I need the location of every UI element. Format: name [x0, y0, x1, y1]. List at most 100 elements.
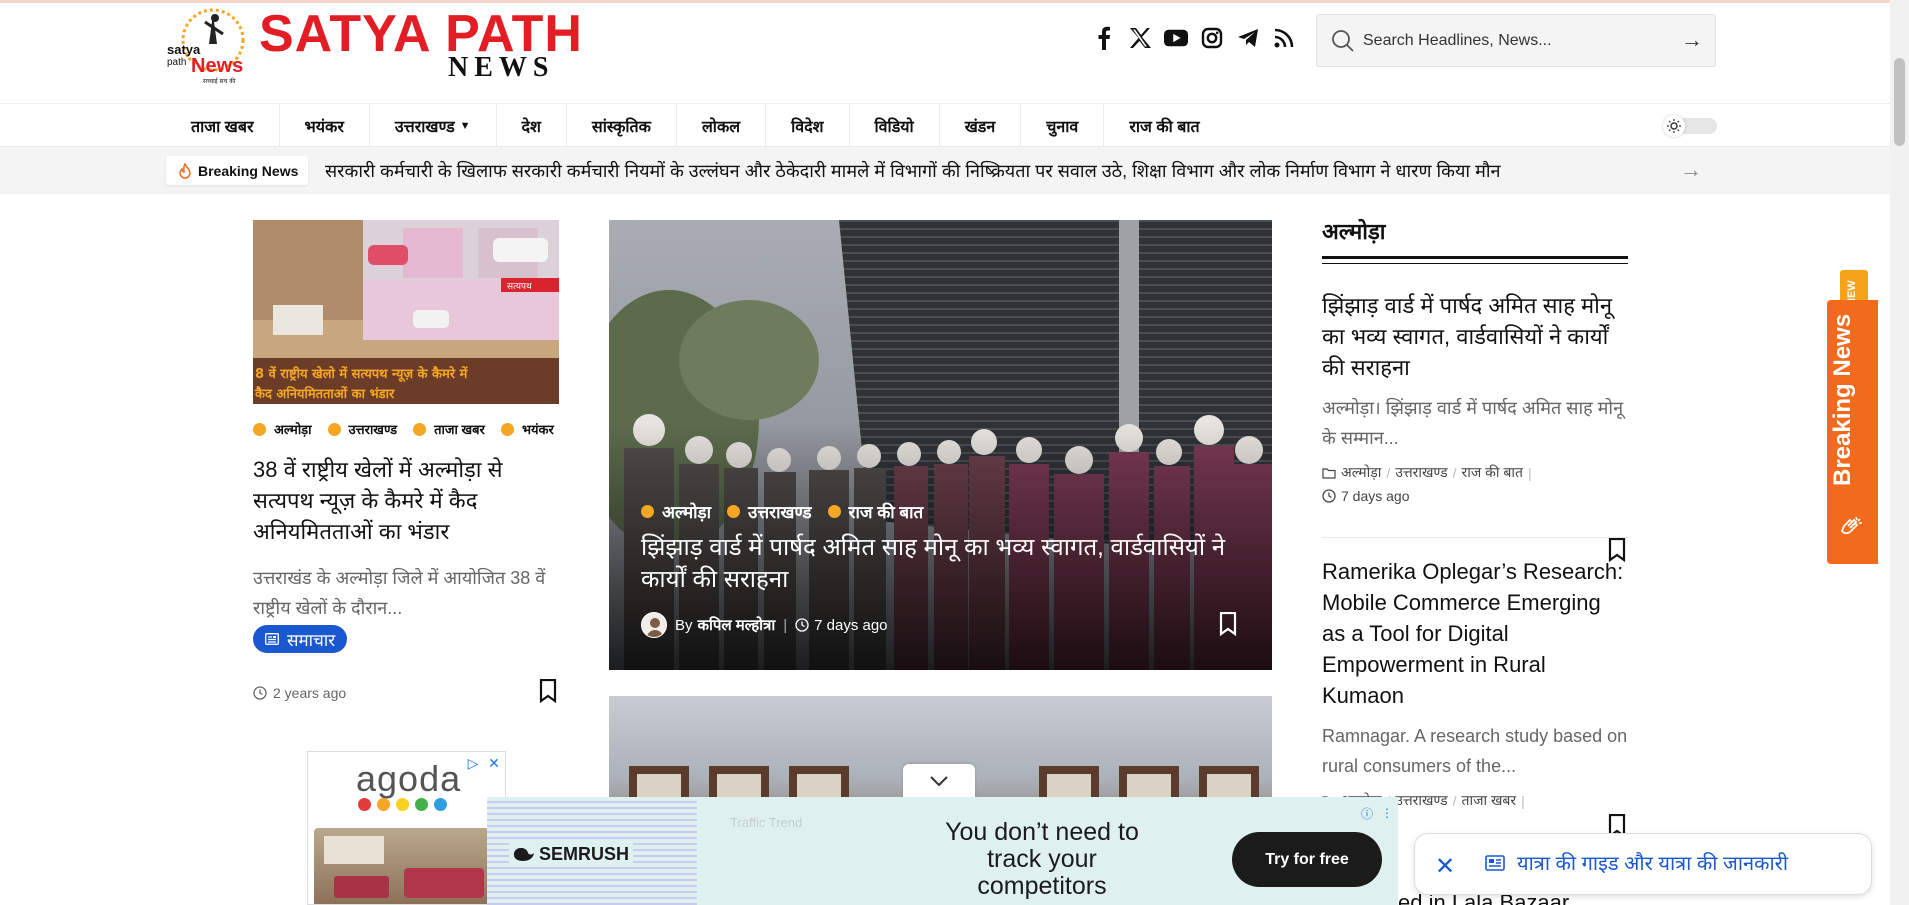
- breaking-news-side-tab[interactable]: Breaking News: [1827, 300, 1878, 564]
- agoda-logo-text: agoda: [356, 758, 462, 799]
- category-link[interactable]: उत्तराखण्ड: [1395, 791, 1447, 810]
- category-link[interactable]: अल्मोड़ा: [1341, 463, 1381, 482]
- right-post-categories: अल्मोड़ा / उत्तराखण्ड / राज की बात |: [1322, 463, 1628, 482]
- featured-title[interactable]: झिंझाड़ वार्ड में पार्षद अमित साह मोनू क…: [641, 532, 1251, 596]
- nav-label: सांस्कृतिक: [591, 119, 651, 136]
- category-link[interactable]: उत्तराखण्ड: [727, 500, 812, 523]
- search-submit-arrow-icon[interactable]: →: [1681, 27, 1703, 53]
- bookmark-icon[interactable]: [1219, 612, 1237, 636]
- page-scrollbar[interactable]: [1890, 0, 1909, 905]
- category-dot: [500, 422, 514, 436]
- left-post-excerpt: उत्तराखंड के अल्मोड़ा जिले में आयोजित 38…: [253, 568, 546, 618]
- search-input[interactable]: [1363, 25, 1663, 57]
- category-link[interactable]: ताजा खबर: [1461, 791, 1516, 810]
- nav-label: खंडन: [964, 119, 996, 136]
- category-dot: [413, 422, 427, 436]
- nav-item-bhayankar[interactable]: भयंकर: [280, 104, 370, 148]
- guide-text: यात्रा की गाइड और यात्रा की जानकारी: [1517, 853, 1789, 875]
- featured-categories: अल्मोड़ा उत्तराखण्ड राज की बात: [641, 500, 923, 523]
- logo-subtitle: NEWS: [448, 52, 555, 83]
- x-icon[interactable]: [1128, 24, 1152, 52]
- featured-post[interactable]: अल्मोड़ा उत्तराखण्ड राज की बात झिंझाड़ व…: [609, 220, 1272, 670]
- right-post-title[interactable]: Ramerika Oplegar’s Research: Mobile Comm…: [1322, 556, 1628, 711]
- author-name[interactable]: कपिल मल्होत्रा: [698, 615, 776, 635]
- category-link[interactable]: अल्मोड़ा: [641, 500, 711, 523]
- right-post-excerpt: अल्मोड़ा। झिंझाड़ वार्ड में पार्षद अमित …: [1322, 398, 1624, 448]
- category-link[interactable]: उत्तराखण्ड: [327, 420, 397, 438]
- nav-item-uttarakhand[interactable]: उत्तराखण्ड ▼: [370, 104, 497, 148]
- category-link[interactable]: राज की बात: [1461, 463, 1523, 482]
- category-label: उत्तराखण्ड: [748, 503, 812, 522]
- agoda-ad[interactable]: agoda ▷ ✕: [307, 751, 506, 905]
- side-tab-label: Breaking News: [1829, 313, 1856, 486]
- try-for-free-button[interactable]: Try for free: [1232, 832, 1382, 887]
- author-avatar[interactable]: [641, 612, 667, 638]
- emblem-tagline: सच्चाई सच की: [203, 77, 236, 85]
- youtube-icon[interactable]: [1164, 24, 1188, 52]
- category-label: अल्मोड़ा: [274, 422, 312, 437]
- bookmark-icon[interactable]: [539, 679, 557, 703]
- section-heading[interactable]: अल्मोड़ा: [1322, 216, 1628, 252]
- facebook-icon[interactable]: [1092, 24, 1116, 52]
- category-dot: [641, 505, 654, 518]
- nav-item-videsh[interactable]: विदेश: [766, 104, 850, 148]
- category-dot: [253, 422, 266, 436]
- nav-item-desh[interactable]: देश: [497, 104, 567, 148]
- dark-mode-toggle[interactable]: [1663, 115, 1719, 137]
- agoda-logo-dots: [358, 798, 447, 811]
- scrollbar-thumb[interactable]: [1894, 58, 1905, 146]
- thumb-caption-2: कैद अनियमितताओं का भंडार: [254, 386, 395, 402]
- sun-icon: [1663, 115, 1685, 137]
- site-logo[interactable]: satya path News सच्चाई सच की SATYA PATH …: [165, 4, 585, 88]
- instagram-icon[interactable]: [1200, 24, 1224, 52]
- nav-item-sanskritik[interactable]: सांस्कृतिक: [567, 104, 677, 148]
- category-link[interactable]: ताजा खबर: [413, 420, 485, 438]
- ad-collapse-button[interactable]: [903, 764, 975, 798]
- telegram-icon[interactable]: [1236, 24, 1260, 52]
- flame-icon: [179, 162, 191, 179]
- semrush-logo: SEMRUSH: [509, 842, 634, 867]
- category-dot: [327, 422, 341, 436]
- tag-label: समाचार: [287, 630, 336, 650]
- nav-item-chunav[interactable]: चुनाव: [1021, 104, 1105, 148]
- adchoices-icon[interactable]: ▷: [464, 754, 482, 772]
- breaking-news-label-text: Breaking News: [198, 162, 299, 179]
- nav-item-khandan[interactable]: खंडन: [940, 104, 1022, 148]
- category-link[interactable]: उत्तराखण्ड: [1395, 463, 1447, 482]
- nav-label: भयंकर: [304, 119, 344, 136]
- left-post-title[interactable]: 38 वें राष्ट्रीय खेलों में अल्मोड़ा से स…: [253, 454, 559, 547]
- category-link[interactable]: राज की बात: [827, 500, 923, 523]
- chevron-down-icon: [930, 776, 948, 787]
- category-dot: [727, 505, 741, 518]
- ticker-next-arrow-icon[interactable]: →: [1680, 157, 1702, 183]
- nav-item-local[interactable]: लोकल: [677, 104, 767, 148]
- tag-samachar[interactable]: समाचार: [253, 625, 348, 653]
- nav-label: विदेश: [791, 119, 824, 136]
- ticker-headline[interactable]: सरकारी कर्मचारी के खिलाफ सरकारी कर्मचारी…: [325, 159, 1501, 183]
- logo-emblem: satya path News सच्चाई सच की: [167, 8, 245, 85]
- breaking-news-label: Breaking News: [166, 156, 309, 185]
- nav-item-video[interactable]: विडियो: [850, 104, 940, 148]
- info-icon[interactable]: ⓘ: [1359, 805, 1375, 821]
- category-link[interactable]: अल्मोड़ा: [253, 420, 312, 438]
- nav-item-taja-khabar[interactable]: ताजा खबर: [166, 104, 280, 148]
- nav-item-raj-ki-baat[interactable]: राज की बात: [1104, 104, 1224, 148]
- right-post-title[interactable]: झिंझाड़ वार्ड में पार्षद अमित साह मोनू क…: [1322, 290, 1628, 383]
- left-post-thumbnail[interactable]: सत्यपथ 8 वें राष्ट्रीय खेलो में सत्यपथ न…: [253, 220, 559, 404]
- ad-faded-text: Traffic Trend: [730, 815, 803, 830]
- category-link[interactable]: भयंकर: [500, 420, 554, 438]
- nav-label: ताजा खबर: [191, 119, 254, 136]
- thumb-caption-1: 8 वें राष्ट्रीय खेलो में सत्यपथ न्यूज़ क…: [255, 366, 469, 382]
- emblem-mid-text: path: [167, 57, 186, 68]
- close-ad-icon[interactable]: ✕: [485, 754, 503, 772]
- semrush-flame-icon: [513, 847, 534, 861]
- search-box: →: [1316, 14, 1716, 67]
- agoda-ad-image: [314, 828, 502, 904]
- more-options-icon[interactable]: ⋮: [1379, 805, 1395, 821]
- semrush-ad[interactable]: SEMRUSH Traffic Trend You don’t need to …: [487, 797, 1398, 905]
- nav-label: लोकल: [701, 119, 741, 136]
- rss-icon[interactable]: [1272, 24, 1296, 52]
- ad-headline: You don’t need to track your competitors: [945, 818, 1139, 900]
- close-icon[interactable]: ✕: [1435, 852, 1455, 881]
- travel-guide-banner[interactable]: ✕ यात्रा की गाइड और यात्रा की जानकारी: [1414, 833, 1872, 895]
